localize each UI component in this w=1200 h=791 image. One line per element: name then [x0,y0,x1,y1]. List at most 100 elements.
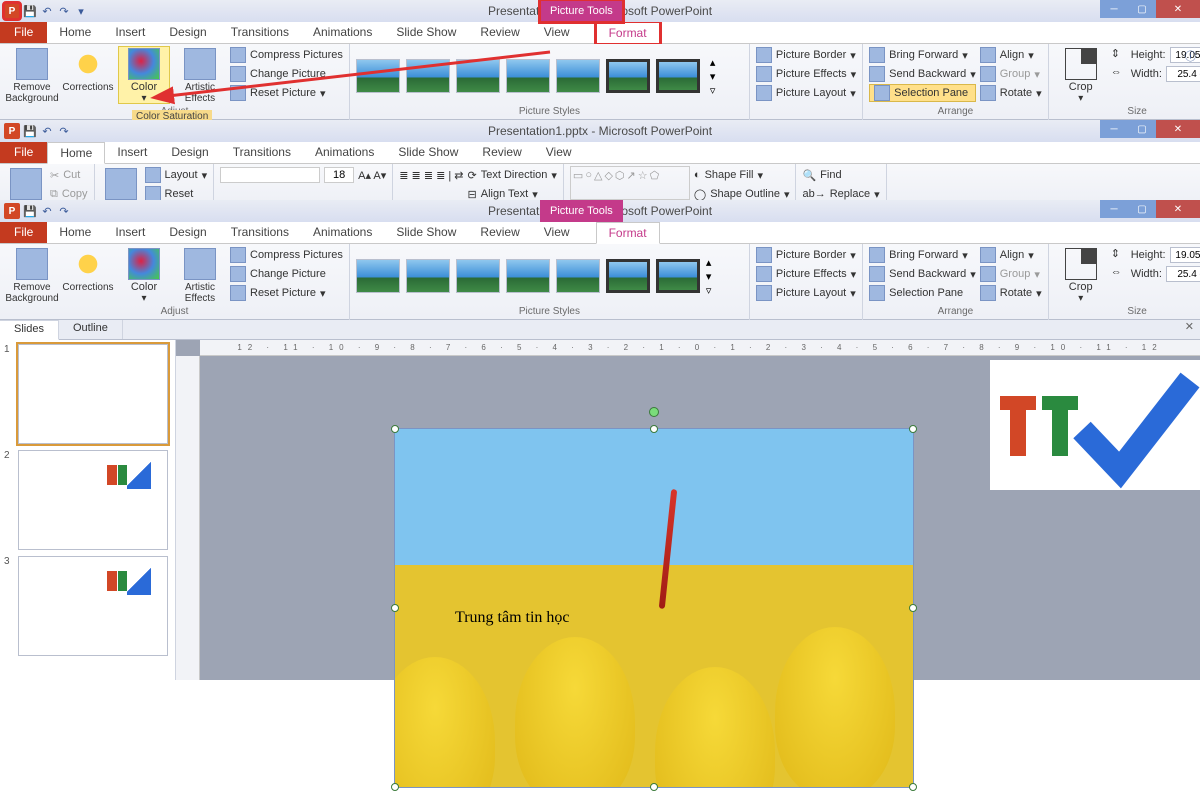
picture-effects-button[interactable]: Picture Effects ▾ [756,65,856,83]
close-button[interactable]: ✕ [1156,200,1200,218]
maximize-button[interactable]: ▢ [1128,200,1156,218]
remove-background-button[interactable]: Remove Background [6,246,58,304]
resize-handle[interactable] [650,425,658,433]
rotate-button[interactable]: Rotate ▾ [980,284,1042,302]
app-icon[interactable]: P [4,203,20,219]
style-thumb[interactable] [406,259,450,293]
tab-home[interactable]: Home [47,142,105,164]
tab-design[interactable]: Design [157,21,218,43]
resize-handle[interactable] [391,425,399,433]
picture-border-button[interactable]: Picture Border ▾ [756,246,856,264]
pane-close-icon[interactable]: ✕ [1179,320,1200,339]
compress-pictures-button[interactable]: Compress Pictures [230,46,343,64]
qat-save-icon[interactable]: 💾 [23,4,37,18]
resize-handle[interactable] [650,783,658,791]
tab-transitions[interactable]: Transitions [219,221,301,243]
qat-redo-icon[interactable]: ↷ [57,124,71,138]
picture-layout-button[interactable]: Picture Layout ▾ [756,284,856,302]
tab-animations[interactable]: Animations [301,21,384,43]
tab-view[interactable]: View [532,21,582,43]
minimize-button[interactable]: ─ [1100,120,1128,138]
tab-review[interactable]: Review [470,141,533,163]
artistic-effects-button[interactable]: Artistic Effects [174,46,226,104]
width-field[interactable]: ⇔Width: [1111,265,1200,283]
color-button[interactable]: Color▾ [118,46,170,104]
style-thumb[interactable] [506,59,550,93]
slide-thumb-1[interactable]: 1 [4,344,171,444]
help-icon[interactable]: ⓘ [1185,48,1196,64]
height-field[interactable]: ⇕Height: [1111,246,1200,264]
tab-review[interactable]: Review [468,221,531,243]
corrections-button[interactable]: Corrections [62,46,114,93]
style-thumb[interactable] [556,259,600,293]
tab-file[interactable]: File [0,221,47,243]
picture-layout-button[interactable]: Picture Layout ▾ [756,84,856,102]
tab-design[interactable]: Design [159,141,220,163]
close-button[interactable]: ✕ [1156,120,1200,138]
style-thumb[interactable] [506,259,550,293]
change-picture-button[interactable]: Change Picture [230,65,343,83]
tab-slideshow[interactable]: Slide Show [386,141,470,163]
artistic-effects-button[interactable]: Artistic Effects [174,246,226,304]
tab-format[interactable]: Format [596,22,660,44]
group-button[interactable]: Group ▾ [980,265,1042,283]
bring-forward-button[interactable]: Bring Forward ▾ [869,246,976,264]
crop-button[interactable]: Crop▾ [1055,46,1107,104]
slide-editor[interactable]: 12 · 11 · 10 · 9 · 8 · 7 · 6 · 5 · 4 · 3… [176,340,1200,680]
style-thumb[interactable] [456,59,500,93]
picture-border-button[interactable]: Picture Border ▾ [756,46,856,64]
tab-insert[interactable]: Insert [103,221,157,243]
resize-handle[interactable] [391,783,399,791]
color-button[interactable]: Color▾ [118,246,170,304]
crop-button[interactable]: Crop▾ [1055,246,1107,304]
style-thumb[interactable] [406,59,450,93]
qat-save-icon[interactable]: 💾 [23,124,37,138]
tab-animations[interactable]: Animations [303,141,386,163]
pane-tab-slides[interactable]: Slides [0,320,59,340]
style-thumb[interactable] [356,259,400,293]
tab-file[interactable]: File [0,141,47,163]
tab-view[interactable]: View [532,221,582,243]
maximize-button[interactable]: ▢ [1128,120,1156,138]
tab-insert[interactable]: Insert [105,141,159,163]
pane-tab-outline[interactable]: Outline [59,320,123,339]
align-button[interactable]: Align ▾ [980,46,1042,64]
qat-undo-icon[interactable]: ↶ [40,124,54,138]
app-icon[interactable]: P [4,3,20,19]
text-direction-button[interactable]: ⟳ Text Direction ▾ [468,166,557,184]
qat-undo-icon[interactable]: ↶ [40,4,54,18]
slide-thumb-3[interactable]: 3 [4,556,171,656]
layout-button[interactable]: Layout ▾ [145,166,208,184]
gallery-down-icon[interactable]: ▾ [706,270,712,283]
resize-handle[interactable] [909,604,917,612]
tab-home[interactable]: Home [47,221,103,243]
tab-slideshow[interactable]: Slide Show [384,21,468,43]
qat-save-icon[interactable]: 💾 [23,204,37,218]
gallery-more-icon[interactable]: ▿ [706,284,712,297]
font-family-field[interactable] [220,167,320,183]
tab-review[interactable]: Review [468,21,531,43]
tab-transitions[interactable]: Transitions [221,141,303,163]
selection-pane-button[interactable]: Selection Pane [869,84,976,102]
rotate-handle[interactable] [649,407,659,417]
resize-handle[interactable] [909,425,917,433]
selection-pane-button[interactable]: Selection Pane [869,284,976,302]
bring-forward-button[interactable]: Bring Forward ▾ [869,46,976,64]
align-button[interactable]: Align ▾ [980,246,1042,264]
tab-format[interactable]: Format [596,222,660,244]
compress-pictures-button[interactable]: Compress Pictures [230,246,343,264]
app-icon[interactable]: P [4,123,20,139]
find-button[interactable]: 🔍 Find [802,166,879,184]
maximize-button[interactable]: ▢ [1128,0,1156,18]
corrections-button[interactable]: Corrections [62,246,114,293]
selected-picture[interactable]: Trung tâm tin học [394,428,914,788]
resize-handle[interactable] [391,604,399,612]
rotate-button[interactable]: Rotate ▾ [980,84,1042,102]
tab-design[interactable]: Design [157,221,218,243]
close-button[interactable]: ✕ [1156,0,1200,18]
shape-fill-button[interactable]: ◐ Shape Fill ▾ [694,166,790,184]
picture-effects-button[interactable]: Picture Effects ▾ [756,265,856,283]
style-thumb[interactable] [656,259,700,293]
tab-view[interactable]: View [534,141,584,163]
cut-button[interactable]: ✂ Cut [50,166,88,184]
